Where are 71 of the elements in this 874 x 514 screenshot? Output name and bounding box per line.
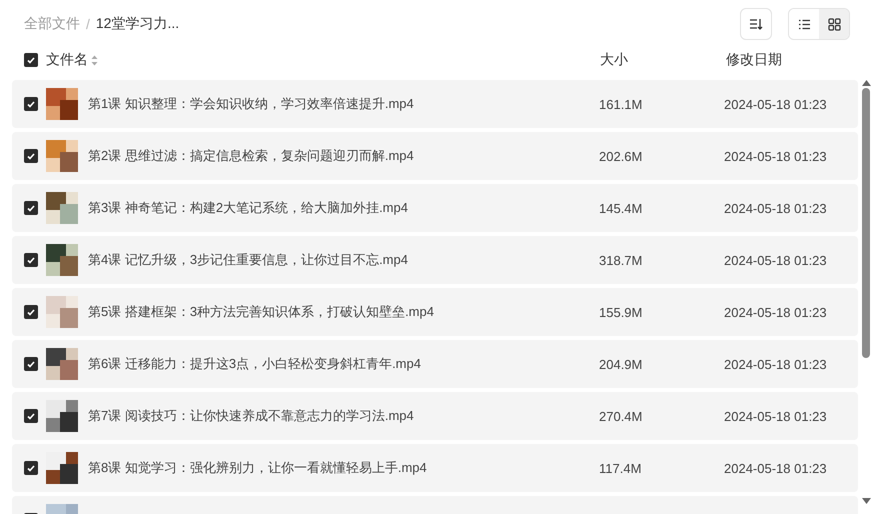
file-row[interactable]: 第4课 记忆升级，3步记住重要信息，让你过目不忘.mp4 318.7M 2024-05-18 01:23 (12, 236, 858, 284)
video-thumbnail (46, 244, 78, 276)
checkbox[interactable] (24, 461, 38, 475)
breadcrumb-item: 12堂学习力... (96, 15, 180, 33)
check-icon (27, 56, 35, 64)
file-size: 161.1M (599, 96, 644, 112)
file-name: 第4课 记忆升级，3步记住重要信息，让你过目不忘.mp4 (88, 251, 409, 269)
modified-date: 2024-05-18 01:23 (724, 408, 827, 424)
modified-date: 2024-05-18 01:23 (724, 148, 827, 164)
file-size: 202.6M (599, 148, 644, 164)
file-size: 318.7M (599, 252, 644, 268)
scroll-up-icon[interactable] (862, 80, 870, 86)
scrollbar-thumb[interactable] (862, 88, 870, 358)
file-row[interactable]: 第8课 知觉学习：强化辨别力，让你一看就懂轻易上手.mp4 117.4M 2024-05-18 01:23 (12, 444, 858, 492)
modified-date: 2024-05-18 01:23 (724, 96, 827, 112)
column-header[interactable]: 文件名 (46, 51, 88, 69)
file-size: 117.4M (599, 460, 642, 476)
file-size: 145.4M (599, 200, 644, 216)
check-icon (27, 152, 35, 160)
checkbox[interactable] (24, 53, 38, 67)
file-size: 270.4M (599, 408, 644, 424)
check-icon (27, 412, 35, 420)
file-row[interactable]: 第2课 思维过滤：搞定信息检索，复杂问题迎刃而解.mp4 202.6M 2024-05-18 01:23 (12, 132, 858, 180)
modified-date: 2024-05-18 01:23 (724, 200, 827, 216)
file-name: 第6课 迁移能力：提升这3点，小白轻松变身斜杠青年.mp4 (88, 355, 422, 373)
file-row[interactable]: 第5课 搭建框架：3种方法完善知识体系，打破认知壁垒.mp4 155.9M 2024-05-18 01:23 (12, 288, 858, 336)
checkbox[interactable] (24, 201, 38, 215)
file-row[interactable]: 第1课 知识整理：学会知识收纳，学习效率倍速提升.mp4 161.1M 2024-05-18 01:23 (12, 80, 858, 128)
modified-date: 2024-05-18 01:23 (724, 356, 827, 372)
video-thumbnail (46, 140, 78, 172)
file-name: 第2课 思维过滤：搞定信息检索，复杂问题迎刃而解.mp4 (88, 147, 415, 165)
column-header: 修改日期 (726, 51, 782, 69)
file-size: 204.9M (599, 356, 644, 372)
check-icon (27, 256, 35, 264)
scroll-down-icon[interactable] (862, 498, 870, 504)
video-thumbnail (46, 400, 78, 432)
checkbox[interactable] (24, 305, 38, 319)
video-thumbnail (46, 192, 78, 224)
file-name: 第7课 阅读技巧：让你快速养成不靠意志力的学习法.mp4 (88, 407, 415, 425)
checkbox[interactable] (24, 149, 38, 163)
checkbox[interactable] (24, 409, 38, 423)
file-size: 155.9M (599, 304, 644, 320)
checkbox[interactable] (24, 97, 38, 111)
video-thumbnail (46, 296, 78, 328)
sort-button[interactable] (740, 8, 772, 40)
checkbox[interactable] (24, 357, 38, 371)
column-header: 大小 (600, 51, 629, 69)
modified-date: 2024-05-18 01:23 (724, 304, 827, 320)
sort-icon (749, 18, 763, 30)
modified-date: 2024-05-18 01:23 (724, 460, 827, 476)
breadcrumb-separator: / (86, 16, 90, 32)
file-row[interactable]: 第6课 迁移能力：提升这3点，小白轻松变身斜杠青年.mp4 204.9M 2024-05-18 01:23 (12, 340, 858, 388)
file-name: 第3课 神奇笔记：构建2大笔记系统，给大脑加外挂.mp4 (88, 199, 409, 217)
list-icon (798, 18, 810, 30)
check-icon (27, 464, 35, 472)
grid-icon (828, 18, 840, 30)
check-icon (27, 204, 35, 212)
file-row[interactable]: 第3课 神奇笔记：构建2大笔记系统，给大脑加外挂.mp4 145.4M 2024-05-18 01:23 (12, 184, 858, 232)
checkbox[interactable] (24, 253, 38, 267)
file-row[interactable]: 第7课 阅读技巧：让你快速养成不靠意志力的学习法.mp4 270.4M 2024-05-18 01:23 (12, 392, 858, 440)
check-icon (27, 308, 35, 316)
grid-view-button[interactable] (819, 9, 849, 39)
video-thumbnail (46, 88, 78, 120)
file-name: 第8课 知觉学习：强化辨别力，让你一看就懂轻易上手.mp4 (88, 459, 428, 477)
video-thumbnail (46, 348, 78, 380)
file-name: 第5课 搭建框架：3种方法完善知识体系，打破认知壁垒.mp4 (88, 303, 435, 321)
check-icon (27, 100, 35, 108)
video-thumbnail (46, 452, 78, 484)
modified-date: 2024-05-18 01:23 (724, 252, 827, 268)
file-name: 第1课 知识整理：学会知识收纳，学习效率倍速提升.mp4 (88, 95, 415, 113)
check-icon (27, 360, 35, 368)
